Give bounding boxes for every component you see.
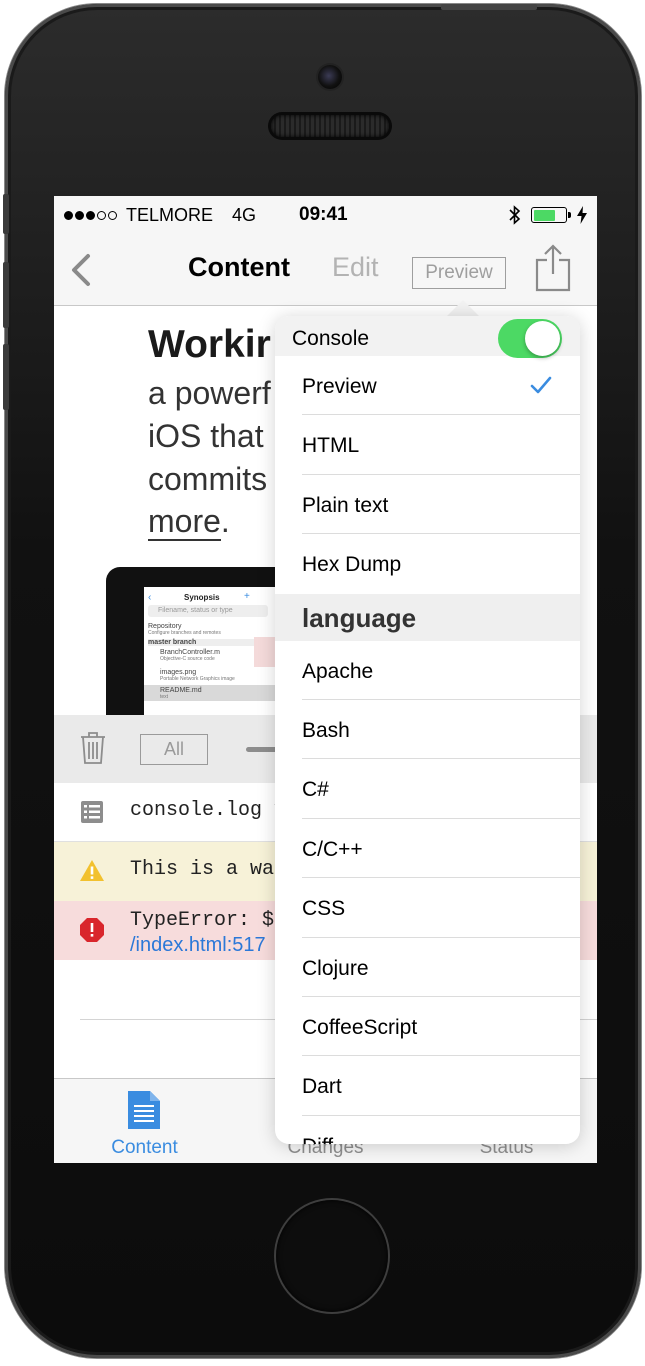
volume-up-button xyxy=(3,262,9,328)
language-label: Diff xyxy=(302,1135,333,1144)
console-warning-text: This is a wa xyxy=(130,858,275,881)
language-option[interactable]: CSS xyxy=(302,878,580,938)
language-option[interactable]: Diff xyxy=(302,1116,580,1144)
signal-strength-indicator xyxy=(64,211,117,220)
signal-dot xyxy=(97,211,106,220)
language-option[interactable]: Bash xyxy=(302,700,580,760)
console-toggle-label: Console xyxy=(292,327,370,350)
console-log-text: console.log v xyxy=(130,799,287,822)
language-option[interactable]: C/C++ xyxy=(302,819,580,879)
charging-bolt-icon xyxy=(577,206,587,224)
checkmark-icon xyxy=(530,376,552,394)
tab-content[interactable]: Content xyxy=(54,1079,235,1163)
carrier-name: TELMORE xyxy=(126,205,214,225)
console-toggle-switch[interactable] xyxy=(498,319,562,358)
filter-all-button[interactable]: All xyxy=(140,734,208,765)
language-option[interactable]: Apache xyxy=(302,641,580,700)
language-label: Dart xyxy=(302,1075,342,1099)
front-camera xyxy=(318,65,342,89)
signal-dot xyxy=(86,211,95,220)
preview-options-list: Preview HTML Plain text Hex Dump languag… xyxy=(275,356,580,1144)
language-label: C/C++ xyxy=(302,837,363,861)
signal-dot xyxy=(64,211,73,220)
network-type: 4G xyxy=(232,205,257,225)
section-title: language xyxy=(302,602,417,633)
tab-edit-mode[interactable]: Edit xyxy=(332,252,379,283)
document-text-line: iOS that xyxy=(148,418,264,454)
language-label: Bash xyxy=(302,718,350,742)
error-icon xyxy=(80,918,104,942)
more-link[interactable]: more xyxy=(148,503,221,541)
ipad-back-icon: ‹ xyxy=(148,592,152,603)
language-label: CoffeeScript xyxy=(302,1015,418,1039)
status-bar: TELMORE 4G 09:41 xyxy=(54,196,597,236)
clock: 09:41 xyxy=(299,204,348,225)
ipad-repo-sub: Configure branches and remotes xyxy=(148,630,221,636)
tab-label: Content xyxy=(111,1137,178,1158)
link-suffix: . xyxy=(220,503,230,539)
battery-icon xyxy=(531,207,571,223)
option-preview[interactable]: Preview xyxy=(302,356,580,416)
back-chevron-icon[interactable] xyxy=(66,250,96,290)
tab-content-mode[interactable]: Content xyxy=(188,252,290,283)
language-option[interactable]: Clojure xyxy=(302,938,580,997)
language-label: CSS xyxy=(302,897,346,921)
navigation-bar: Content Edit Preview xyxy=(54,236,597,306)
ipad-file-sub: Portable Network Graphics image xyxy=(160,676,235,682)
language-option[interactable]: Dart xyxy=(302,1056,580,1116)
option-label: Plain text xyxy=(302,493,389,517)
signal-dot xyxy=(75,211,84,220)
language-label: Apache xyxy=(302,659,374,683)
option-label: Hex Dump xyxy=(302,553,402,577)
language-label: Clojure xyxy=(302,956,369,980)
document-heading: Workir xyxy=(148,323,271,366)
option-hex-dump[interactable]: Hex Dump xyxy=(302,534,580,593)
ipad-add-icon: + xyxy=(244,591,250,602)
option-plain-text[interactable]: Plain text xyxy=(302,475,580,535)
mute-switch xyxy=(3,194,9,234)
warning-icon xyxy=(80,860,104,881)
language-section-header: language xyxy=(275,593,580,641)
language-option[interactable]: C# xyxy=(302,759,580,819)
option-label: HTML xyxy=(302,434,360,458)
ipad-file-name: README.md xyxy=(160,687,202,694)
popover-arrow xyxy=(446,300,480,317)
ipad-repo-label: Repository xyxy=(148,623,182,630)
screen: TELMORE 4G 09:41 Content Edit Preview Wo… xyxy=(54,196,597,1163)
ipad-title: Synopsis xyxy=(184,593,220,602)
preview-mode-popover: Console Preview HTML Plain text Hex Dump… xyxy=(275,316,580,1144)
error-source-link[interactable]: /index.html:517 xyxy=(130,934,266,957)
option-label: Preview xyxy=(302,375,377,398)
ipad-file-name: images.png xyxy=(160,669,197,676)
language-label: C# xyxy=(302,778,329,802)
earpiece-speaker xyxy=(271,115,389,137)
list-icon xyxy=(81,801,103,823)
ipad-search-placeholder: Filename, status or type xyxy=(158,607,233,614)
document-link-line: more. xyxy=(148,503,230,541)
language-option[interactable]: CoffeeScript xyxy=(302,997,580,1057)
bluetooth-icon xyxy=(509,205,521,225)
console-toggle-row: Console xyxy=(275,316,580,358)
home-button[interactable] xyxy=(276,1200,388,1312)
preview-mode-button[interactable]: Preview xyxy=(412,257,506,289)
volume-down-button xyxy=(3,344,9,410)
power-button xyxy=(441,4,537,10)
share-icon[interactable] xyxy=(535,244,571,292)
trash-icon[interactable] xyxy=(80,731,106,765)
ipad-file-sub: text xyxy=(160,694,169,700)
signal-dot xyxy=(108,211,117,220)
document-text-line: commits xyxy=(148,461,268,497)
console-error-text: TypeError: $ xyxy=(130,909,275,932)
document-icon xyxy=(128,1091,160,1129)
document-text-line: a powerf xyxy=(148,375,271,411)
option-html[interactable]: HTML xyxy=(302,415,580,475)
